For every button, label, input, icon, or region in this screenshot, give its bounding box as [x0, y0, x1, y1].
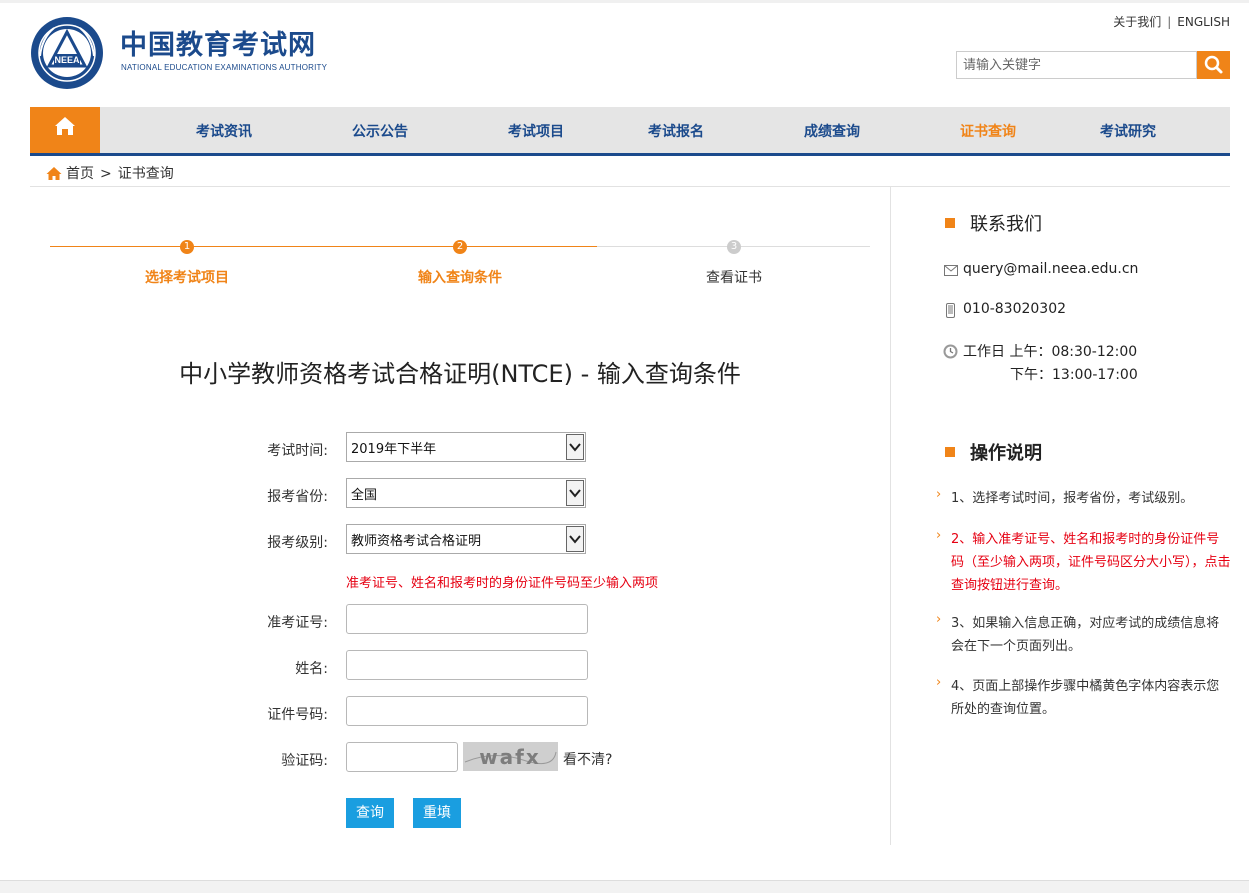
exam-time-dropdown-button[interactable]	[566, 434, 584, 460]
step-1-dot: 1	[180, 240, 194, 254]
nav-item-exam-research[interactable]: 考试研究	[1100, 121, 1156, 141]
breadcrumb: 首页 > 证书查询	[46, 163, 174, 183]
instruction-1: 1、选择考试时间，报考省份，考试级别。	[951, 491, 1194, 506]
level-select[interactable]: 教师资格考试合格证明	[346, 524, 586, 554]
breadcrumb-home[interactable]: 首页	[66, 166, 94, 182]
sidebar-divider	[890, 187, 891, 845]
contact-email[interactable]: query@mail.neea.edu.cn	[963, 261, 1138, 277]
contact-phone: 010-83020302	[963, 301, 1067, 317]
province-value: 全国	[351, 488, 378, 503]
search-icon	[1204, 55, 1223, 74]
search-input[interactable]	[956, 51, 1197, 79]
captcha-image[interactable]: wafx	[463, 742, 558, 771]
chevron-down-icon	[569, 535, 581, 544]
level-value: 教师资格考试合格证明	[351, 534, 482, 549]
nav-item-score-query[interactable]: 成绩查询	[804, 121, 860, 141]
step-3-label: 查看证书	[706, 270, 762, 286]
province-select[interactable]: 全国	[346, 478, 586, 508]
logo-text: NEEA	[54, 55, 80, 65]
top-links: 关于我们 | ENGLISH	[1113, 13, 1230, 30]
office-hours-pm: 下午：13:00-17:00	[1010, 367, 1138, 383]
instruction-4: 4、页面上部操作步骤中橘黄色字体内容表示您所处的查询位置。	[951, 679, 1220, 717]
province-label: 报考省份:	[267, 489, 328, 505]
nav-underline	[30, 153, 1230, 156]
search-box	[956, 51, 1230, 79]
office-hours-am: 工作日 上午：08:30-12:00	[963, 344, 1138, 360]
nav-item-announcements[interactable]: 公示公告	[352, 121, 408, 141]
captcha-refresh-link[interactable]: 看不清?	[563, 749, 612, 769]
footer-band	[0, 880, 1249, 893]
site-title: 中国教育考试网	[120, 30, 316, 61]
ticket-number-input[interactable]	[346, 604, 588, 634]
breadcrumb-divider	[30, 186, 1230, 187]
chevron-down-icon	[569, 489, 581, 498]
id-number-input[interactable]	[346, 696, 588, 726]
instruction-2: 2、输入准考证号、姓名和报考时的身份证件号码（至少输入两项，证件号码区分大小写）…	[951, 532, 1231, 593]
step-2-dot: 2	[453, 240, 467, 254]
mail-icon	[944, 265, 958, 276]
nav-item-certificate-query[interactable]: 证书查询	[960, 121, 1016, 141]
site-subtitle: NATIONAL EDUCATION EXAMINATIONS AUTHORIT…	[121, 63, 328, 72]
breadcrumb-home-icon	[46, 167, 62, 180]
step-progress-done	[50, 246, 597, 247]
bullet-arrow-icon: ›	[936, 528, 942, 543]
instructions-heading-text: 操作说明	[970, 443, 1042, 464]
breadcrumb-current[interactable]: 证书查询	[118, 166, 174, 182]
input-requirement-warning: 准考证号、姓名和报考时的身份证件号码至少输入两项	[346, 576, 659, 591]
captcha-text: wafx	[479, 745, 541, 769]
neea-logo[interactable]: NEEA	[30, 16, 104, 90]
form-title: 中小学教师资格考试合格证明(NTCE) - 输入查询条件	[179, 360, 741, 388]
main-nav: 考试资讯 公示公告 考试项目 考试报名 成绩查询 证书查询 考试研究	[30, 107, 1230, 153]
name-label: 姓名:	[295, 661, 328, 677]
exam-time-select[interactable]: 2019年下半年	[346, 432, 586, 462]
instruction-3: 3、如果输入信息正确，对应考试的成绩信息将会在下一个页面列出。	[951, 616, 1220, 654]
home-icon	[55, 117, 75, 135]
bullet-arrow-icon: ›	[936, 612, 942, 627]
name-input[interactable]	[346, 650, 588, 680]
contact-heading: 联系我们	[945, 210, 1042, 236]
english-link[interactable]: ENGLISH	[1177, 15, 1230, 29]
province-dropdown-button[interactable]	[566, 480, 584, 506]
top-border	[0, 0, 1249, 3]
exam-time-label: 考试时间:	[267, 443, 328, 459]
nav-home-button[interactable]	[30, 107, 100, 153]
bullet-arrow-icon: ›	[936, 487, 942, 502]
link-separator: |	[1167, 15, 1172, 29]
level-dropdown-button[interactable]	[566, 526, 584, 552]
query-button[interactable]: 查询	[346, 798, 394, 828]
nav-item-exam-projects[interactable]: 考试项目	[508, 121, 564, 141]
chevron-down-icon	[569, 443, 581, 452]
step-1-label: 选择考试项目	[145, 270, 229, 286]
about-us-link[interactable]: 关于我们	[1113, 15, 1161, 29]
bullet-arrow-icon: ›	[936, 675, 942, 690]
search-button[interactable]	[1197, 51, 1230, 79]
clock-icon	[943, 344, 958, 359]
level-label: 报考级别:	[267, 535, 328, 551]
ticket-number-label: 准考证号:	[267, 615, 328, 631]
id-number-label: 证件号码:	[267, 707, 328, 723]
nav-item-registration[interactable]: 考试报名	[648, 121, 704, 141]
reset-button[interactable]: 重填	[413, 798, 461, 828]
step-2-label: 输入查询条件	[418, 270, 502, 286]
contact-heading-text: 联系我们	[970, 214, 1042, 235]
nav-item-exam-news[interactable]: 考试资讯	[196, 121, 252, 141]
breadcrumb-separator: >	[100, 166, 112, 182]
phone-icon	[946, 303, 955, 318]
exam-time-value: 2019年下半年	[351, 442, 437, 457]
captcha-label: 验证码:	[281, 753, 328, 769]
instructions-heading: 操作说明	[945, 439, 1042, 465]
captcha-input[interactable]	[346, 742, 458, 772]
step-3-dot: 3	[727, 240, 741, 254]
